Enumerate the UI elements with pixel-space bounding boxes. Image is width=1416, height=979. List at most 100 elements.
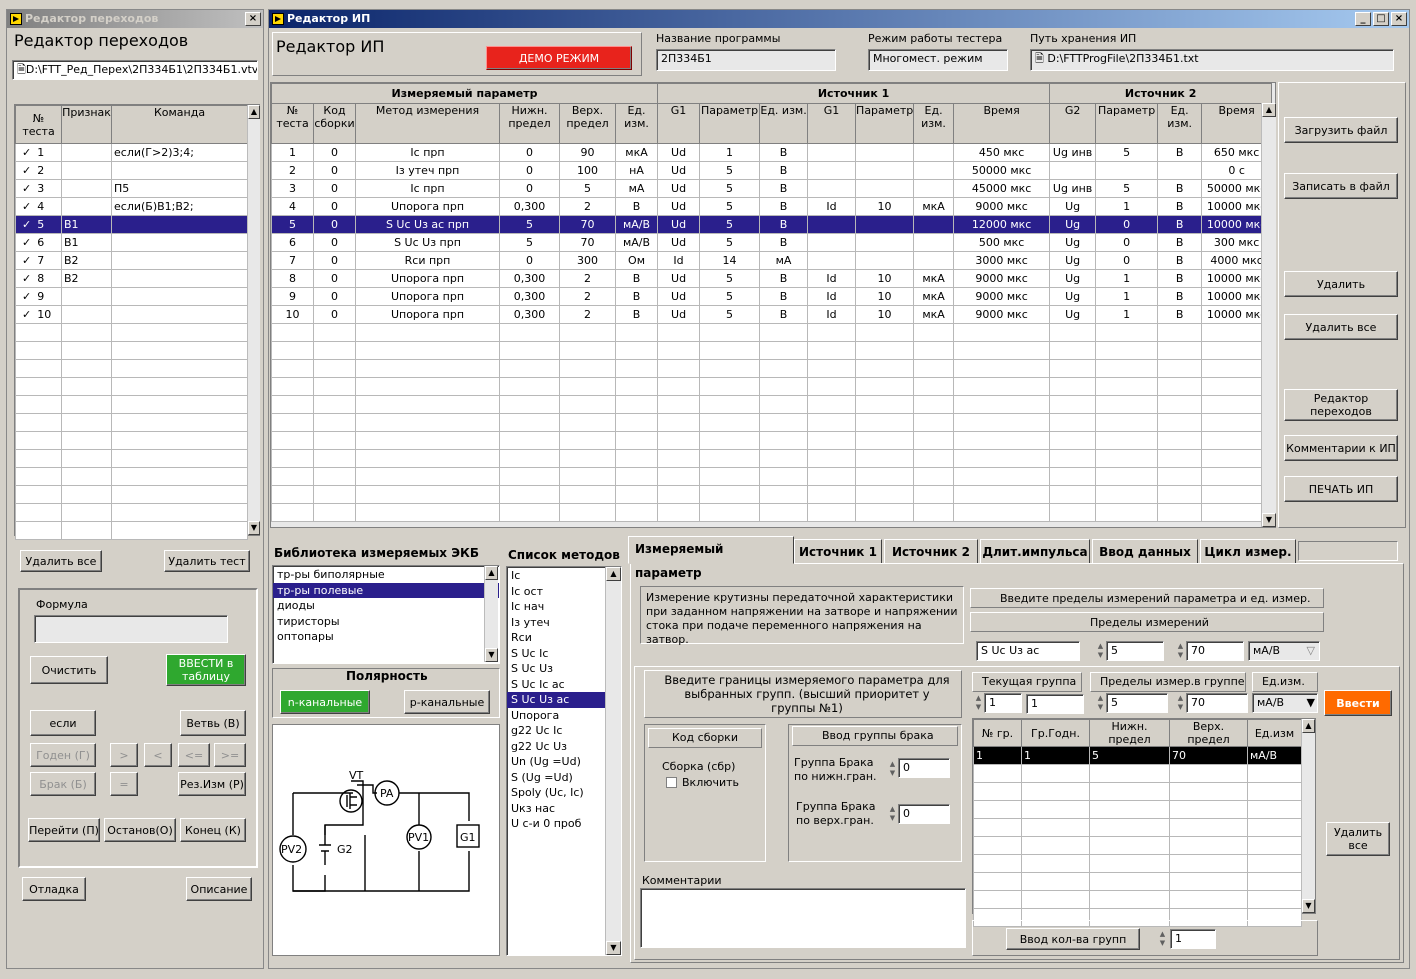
table-row[interactable]	[15, 323, 248, 342]
groups-scrollbar[interactable]: ▲ ▼	[1301, 719, 1315, 913]
methods-scrollbar[interactable]: ▲ ▼	[605, 567, 621, 955]
delete-all-groups-button[interactable]: Удалить все	[1326, 822, 1390, 856]
library-item[interactable]: тр-ры биполярные	[273, 567, 499, 583]
debug-button[interactable]: Отладка	[22, 877, 86, 901]
table-row[interactable]	[15, 341, 248, 360]
table-row[interactable]	[973, 800, 1302, 819]
ip-table-scrollbar[interactable]: ▲ ▼	[1261, 103, 1276, 527]
limits-high-spinner-icon[interactable]: ▲ ▼	[1176, 642, 1185, 660]
minimize-icon[interactable]: _	[1355, 12, 1371, 26]
scroll-up-icon[interactable]: ▲	[606, 567, 621, 581]
defect-high-spinner-icon[interactable]: ▲ ▼	[888, 805, 897, 823]
table-row[interactable]: 4 0 Uпорога прп 0,300 2 В Ud 5 В Id 10 мкА 9000 мкс U…	[271, 197, 1273, 216]
library-item[interactable]: оптопары	[273, 629, 499, 645]
stop-button[interactable]: Останов(О)	[104, 818, 176, 842]
library-list[interactable]: тр-ры биполярные тр-ры полевые диоды тирист…	[272, 565, 500, 664]
print-button[interactable]: ПЕЧАТЬ ИП	[1284, 476, 1398, 502]
comments-textarea[interactable]	[640, 888, 966, 948]
less-button[interactable]: <	[144, 743, 172, 767]
description-button[interactable]: Описание	[186, 877, 252, 901]
library-item[interactable]: диоды	[273, 598, 499, 614]
delete-test-button[interactable]: Удалить тест	[164, 550, 250, 572]
comments-button[interactable]: Комментарии к ИП	[1284, 435, 1398, 461]
defect-low-spinner-icon[interactable]: ▲ ▼	[888, 760, 897, 778]
table-row[interactable]: 1 0 Ic прп 0 90 мкА Ud 1 В 450 мкс Ug инв 5 В 650 мкс	[271, 143, 1273, 162]
formula-input[interactable]	[34, 615, 228, 643]
tab-2[interactable]: Источник 2	[884, 539, 978, 564]
greater-button[interactable]: >	[110, 743, 138, 767]
method-item[interactable]: U с-и 0 проб	[507, 816, 621, 832]
unit-select[interactable]: мА/В ▼	[1252, 693, 1318, 713]
scroll-up-icon[interactable]: ▲	[248, 105, 260, 119]
method-item[interactable]: Spoly (Uc, Ic)	[507, 785, 621, 801]
tester-mode-field[interactable]: Многомест. режим	[868, 49, 1008, 71]
storage-path-field[interactable]: 🗎 D:\FTTProgFile\2П334Б1.txt	[1030, 49, 1394, 71]
table-row[interactable]	[271, 323, 1273, 342]
method-item[interactable]: Uпорога	[507, 708, 621, 724]
table-row[interactable]	[271, 341, 1273, 360]
defect-low-field[interactable]: 0	[898, 758, 950, 778]
method-item[interactable]: Ic ост	[507, 584, 621, 600]
table-row[interactable]: 10 0 Uпорога прп 0,300 2 В Ud 5 В Id 10 мкА 9000 мкс…	[271, 305, 1273, 324]
close-icon[interactable]: ×	[245, 12, 261, 26]
defect-button[interactable]: Брак (Б)	[30, 772, 96, 796]
greater-equal-button[interactable]: >=	[214, 743, 246, 767]
save-file-button[interactable]: Записать в файл	[1284, 173, 1398, 199]
limits-method-field[interactable]: S Uc Uз ac	[976, 641, 1080, 661]
table-row[interactable]: 1 1 5 70 мА/В	[973, 746, 1302, 765]
less-equal-button[interactable]: <=	[178, 743, 210, 767]
current-group-field-2[interactable]: 1	[1026, 694, 1084, 714]
defect-high-field[interactable]: 0	[898, 804, 950, 824]
program-name-field[interactable]: 2П334Б1	[656, 49, 836, 71]
scroll-down-icon[interactable]: ▼	[1302, 899, 1315, 913]
transitions-scrollbar[interactable]: ▲ ▼	[247, 105, 260, 535]
tab-3[interactable]: Длит.импульса	[980, 539, 1090, 564]
table-row[interactable]: ✓ 10	[15, 305, 248, 324]
table-row[interactable]	[15, 377, 248, 396]
table-row[interactable]	[271, 503, 1273, 522]
enter-button[interactable]: Ввести	[1324, 690, 1392, 716]
table-row[interactable]	[15, 467, 248, 486]
delete-all-button[interactable]: Удалить все	[1284, 314, 1398, 340]
table-row[interactable]	[271, 359, 1273, 378]
table-row[interactable]	[271, 467, 1273, 486]
result-button[interactable]: Рез.Изм (Р)	[178, 772, 246, 796]
p-channel-button[interactable]: p-канальные	[404, 690, 490, 714]
if-button[interactable]: если	[30, 710, 96, 736]
table-row[interactable]	[15, 395, 248, 414]
table-row[interactable]	[271, 377, 1273, 396]
group-low-spinner-icon[interactable]: ▲ ▼	[1096, 694, 1105, 712]
ip-editor-title-bar[interactable]: Редактор ИП	[269, 10, 1409, 28]
close-icon[interactable]: ×	[1391, 12, 1407, 26]
tab-4[interactable]: Ввод данных	[1092, 539, 1198, 564]
method-item[interactable]: Ic нач	[507, 599, 621, 615]
group-high-spinner-icon[interactable]: ▲ ▼	[1176, 694, 1185, 712]
table-row[interactable]: 3 0 Ic прп 0 5 мА Ud 5 В 45000 мкс Ug инв 5 В 50000 м…	[271, 179, 1273, 198]
method-item[interactable]: S (Ug =Ud)	[507, 770, 621, 786]
groups-count-button[interactable]: Ввод кол-ва групп	[1006, 928, 1140, 950]
enter-table-button[interactable]: ВВЕСТИ в таблицу	[166, 654, 246, 686]
goto-button[interactable]: Перейти (П)	[28, 818, 100, 842]
library-item[interactable]: тиристоры	[273, 614, 499, 630]
table-row[interactable]	[15, 485, 248, 504]
method-item[interactable]: Un (Ug =Ud)	[507, 754, 621, 770]
table-row[interactable]	[973, 836, 1302, 855]
groups-count-field[interactable]: 1	[1170, 929, 1216, 949]
table-row[interactable]: ✓ 1 если(Г>2)3;4;	[15, 143, 248, 162]
table-row[interactable]	[271, 395, 1273, 414]
groups-count-spinner-icon[interactable]: ▲ ▼	[1158, 930, 1167, 948]
method-item[interactable]: S Uc Ic ac	[507, 677, 621, 693]
maximize-icon[interactable]: □	[1373, 12, 1389, 26]
table-row[interactable]	[973, 854, 1302, 873]
method-item[interactable]: g22 Uc Ic	[507, 723, 621, 739]
enable-checkbox[interactable]	[666, 777, 677, 788]
table-row[interactable]: ✓ 9	[15, 287, 248, 306]
table-row[interactable]: ✓ 3 П5	[15, 179, 248, 198]
scroll-up-icon[interactable]: ▲	[1262, 103, 1276, 117]
delete-button[interactable]: Удалить	[1284, 271, 1398, 297]
table-row[interactable]: ✓ 7 В2	[15, 251, 248, 270]
method-item[interactable]: Rси	[507, 630, 621, 646]
scroll-down-icon[interactable]: ▼	[1262, 513, 1276, 527]
transitions-path-field[interactable]: 🗎D:\FTT_Ред_Перех\2П334Б1\2П334Б1.vtv	[12, 60, 258, 80]
table-row[interactable]	[973, 872, 1302, 891]
